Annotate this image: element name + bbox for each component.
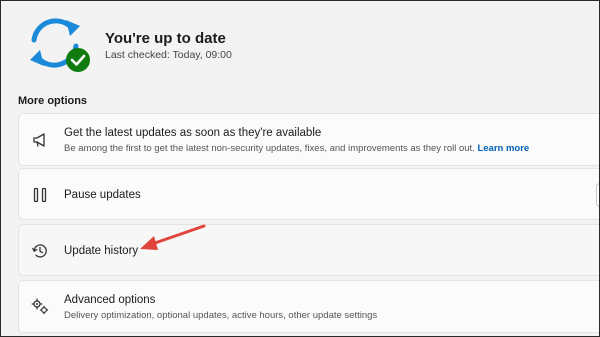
section-title: More options xyxy=(18,95,88,107)
pause-dropdown[interactable] xyxy=(596,183,600,207)
sync-check-icon xyxy=(22,14,94,76)
option-advanced-options[interactable]: Advanced options Delivery optimization, … xyxy=(18,280,600,333)
red-arrow-icon xyxy=(136,222,208,254)
option-update-history[interactable]: Update history xyxy=(18,224,600,276)
gears-icon xyxy=(31,297,49,315)
option-description: Delivery optimization, optional updates,… xyxy=(64,310,378,321)
learn-more-link[interactable]: Learn more xyxy=(477,143,529,154)
option-title: Get the latest updates as soon as they'r… xyxy=(64,127,322,139)
option-title: Update history xyxy=(64,245,139,257)
status-title: You're up to date xyxy=(105,30,226,47)
option-description: Be among the first to get the latest non… xyxy=(64,143,530,154)
option-pause-updates[interactable]: Pause updates xyxy=(18,168,600,220)
option-get-latest-updates[interactable]: Get the latest updates as soon as they'r… xyxy=(18,113,600,166)
last-checked-text: Last checked: Today, 09:00 xyxy=(105,49,232,61)
option-title: Pause updates xyxy=(64,189,141,201)
pause-icon xyxy=(31,186,49,204)
megaphone-icon xyxy=(31,131,49,149)
history-icon xyxy=(31,242,49,260)
option-title: Advanced options xyxy=(64,294,156,306)
